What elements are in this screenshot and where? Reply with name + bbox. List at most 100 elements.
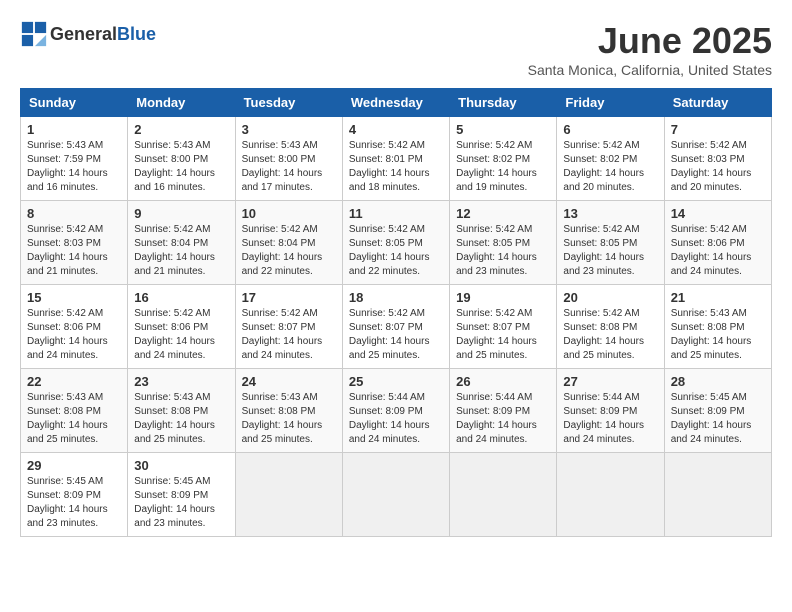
table-row: 7 Sunrise: 5:42 AM Sunset: 8:03 PM Dayli… [664,117,771,201]
table-row: 11 Sunrise: 5:42 AM Sunset: 8:05 PM Dayl… [342,201,449,285]
day-number: 7 [671,122,765,137]
table-row: 20 Sunrise: 5:42 AM Sunset: 8:08 PM Dayl… [557,285,664,369]
day-number: 28 [671,374,765,389]
sunset-label: Sunset: 8:01 PM [349,154,423,165]
day-info: Sunrise: 5:45 AM Sunset: 8:09 PM Dayligh… [134,475,228,531]
day-info: Sunrise: 5:42 AM Sunset: 8:06 PM Dayligh… [671,223,765,279]
header-tuesday: Tuesday [235,89,342,117]
day-info: Sunrise: 5:42 AM Sunset: 8:06 PM Dayligh… [134,307,228,363]
daylight-label: Daylight: 14 hours and 25 minutes. [563,336,644,361]
table-row [557,453,664,537]
day-number: 27 [563,374,657,389]
table-row: 23 Sunrise: 5:43 AM Sunset: 8:08 PM Dayl… [128,369,235,453]
calendar-week-row: 8 Sunrise: 5:42 AM Sunset: 8:03 PM Dayli… [21,201,772,285]
table-row: 8 Sunrise: 5:42 AM Sunset: 8:03 PM Dayli… [21,201,128,285]
table-row: 25 Sunrise: 5:44 AM Sunset: 8:09 PM Dayl… [342,369,449,453]
day-number: 12 [456,206,550,221]
sunset-label: Sunset: 8:07 PM [242,322,316,333]
daylight-label: Daylight: 14 hours and 24 minutes. [671,420,752,445]
title-section: June 2025 Santa Monica, California, Unit… [528,20,772,78]
day-info: Sunrise: 5:42 AM Sunset: 8:03 PM Dayligh… [27,223,121,279]
daylight-label: Daylight: 14 hours and 17 minutes. [242,168,323,193]
page-header: GeneralBlue June 2025 Santa Monica, Cali… [20,20,772,78]
sunset-label: Sunset: 8:09 PM [671,406,745,417]
daylight-label: Daylight: 14 hours and 25 minutes. [349,336,430,361]
daylight-label: Daylight: 14 hours and 22 minutes. [242,252,323,277]
sunset-label: Sunset: 8:06 PM [134,322,208,333]
table-row: 9 Sunrise: 5:42 AM Sunset: 8:04 PM Dayli… [128,201,235,285]
sunrise-label: Sunrise: 5:42 AM [242,308,318,319]
table-row: 10 Sunrise: 5:42 AM Sunset: 8:04 PM Dayl… [235,201,342,285]
sunset-label: Sunset: 8:08 PM [671,322,745,333]
daylight-label: Daylight: 14 hours and 18 minutes. [349,168,430,193]
day-number: 15 [27,290,121,305]
day-number: 1 [27,122,121,137]
day-info: Sunrise: 5:42 AM Sunset: 8:06 PM Dayligh… [27,307,121,363]
header-wednesday: Wednesday [342,89,449,117]
day-number: 22 [27,374,121,389]
sunset-label: Sunset: 8:00 PM [134,154,208,165]
logo: GeneralBlue [20,20,156,48]
header-sunday: Sunday [21,89,128,117]
sunrise-label: Sunrise: 5:44 AM [349,392,425,403]
table-row: 19 Sunrise: 5:42 AM Sunset: 8:07 PM Dayl… [450,285,557,369]
sunrise-label: Sunrise: 5:42 AM [134,224,210,235]
day-number: 25 [349,374,443,389]
sunset-label: Sunset: 8:09 PM [563,406,637,417]
sunrise-label: Sunrise: 5:44 AM [563,392,639,403]
day-info: Sunrise: 5:45 AM Sunset: 8:09 PM Dayligh… [27,475,121,531]
day-info: Sunrise: 5:42 AM Sunset: 8:02 PM Dayligh… [456,139,550,195]
sunrise-label: Sunrise: 5:44 AM [456,392,532,403]
table-row: 27 Sunrise: 5:44 AM Sunset: 8:09 PM Dayl… [557,369,664,453]
sunrise-label: Sunrise: 5:45 AM [134,476,210,487]
day-number: 3 [242,122,336,137]
table-row: 4 Sunrise: 5:42 AM Sunset: 8:01 PM Dayli… [342,117,449,201]
table-row: 12 Sunrise: 5:42 AM Sunset: 8:05 PM Dayl… [450,201,557,285]
table-row: 21 Sunrise: 5:43 AM Sunset: 8:08 PM Dayl… [664,285,771,369]
sunset-label: Sunset: 8:09 PM [27,490,101,501]
daylight-label: Daylight: 14 hours and 20 minutes. [563,168,644,193]
table-row: 26 Sunrise: 5:44 AM Sunset: 8:09 PM Dayl… [450,369,557,453]
sunrise-label: Sunrise: 5:45 AM [27,476,103,487]
calendar-week-row: 22 Sunrise: 5:43 AM Sunset: 8:08 PM Dayl… [21,369,772,453]
calendar-table: Sunday Monday Tuesday Wednesday Thursday… [20,88,772,537]
sunrise-label: Sunrise: 5:42 AM [563,224,639,235]
sunrise-label: Sunrise: 5:42 AM [349,308,425,319]
table-row: 13 Sunrise: 5:42 AM Sunset: 8:05 PM Dayl… [557,201,664,285]
day-info: Sunrise: 5:42 AM Sunset: 8:08 PM Dayligh… [563,307,657,363]
sunset-label: Sunset: 8:08 PM [134,406,208,417]
day-info: Sunrise: 5:42 AM Sunset: 8:02 PM Dayligh… [563,139,657,195]
table-row [342,453,449,537]
daylight-label: Daylight: 14 hours and 22 minutes. [349,252,430,277]
daylight-label: Daylight: 14 hours and 23 minutes. [563,252,644,277]
daylight-label: Daylight: 14 hours and 16 minutes. [27,168,108,193]
header-monday: Monday [128,89,235,117]
sunset-label: Sunset: 8:04 PM [242,238,316,249]
day-number: 9 [134,206,228,221]
day-number: 17 [242,290,336,305]
sunrise-label: Sunrise: 5:42 AM [456,140,532,151]
daylight-label: Daylight: 14 hours and 20 minutes. [671,168,752,193]
daylight-label: Daylight: 14 hours and 21 minutes. [27,252,108,277]
day-info: Sunrise: 5:42 AM Sunset: 8:07 PM Dayligh… [242,307,336,363]
day-info: Sunrise: 5:42 AM Sunset: 8:05 PM Dayligh… [456,223,550,279]
day-number: 13 [563,206,657,221]
day-info: Sunrise: 5:43 AM Sunset: 8:08 PM Dayligh… [134,391,228,447]
day-info: Sunrise: 5:43 AM Sunset: 8:08 PM Dayligh… [242,391,336,447]
daylight-label: Daylight: 14 hours and 24 minutes. [349,420,430,445]
sunrise-label: Sunrise: 5:42 AM [27,224,103,235]
day-info: Sunrise: 5:43 AM Sunset: 7:59 PM Dayligh… [27,139,121,195]
table-row: 24 Sunrise: 5:43 AM Sunset: 8:08 PM Dayl… [235,369,342,453]
daylight-label: Daylight: 14 hours and 21 minutes. [134,252,215,277]
calendar-week-row: 1 Sunrise: 5:43 AM Sunset: 7:59 PM Dayli… [21,117,772,201]
daylight-label: Daylight: 14 hours and 25 minutes. [242,420,323,445]
sunrise-label: Sunrise: 5:42 AM [27,308,103,319]
sunrise-label: Sunrise: 5:45 AM [671,392,747,403]
day-number: 2 [134,122,228,137]
logo-icon [20,20,48,48]
day-number: 10 [242,206,336,221]
table-row: 3 Sunrise: 5:43 AM Sunset: 8:00 PM Dayli… [235,117,342,201]
day-number: 21 [671,290,765,305]
sunset-label: Sunset: 8:05 PM [456,238,530,249]
table-row [235,453,342,537]
